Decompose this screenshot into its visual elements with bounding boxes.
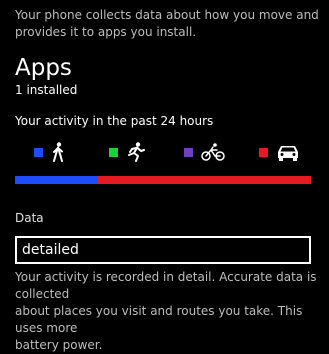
activity-label: Your activity in the past 24 hours bbox=[15, 114, 214, 128]
data-mode-selected-value: detailed bbox=[22, 242, 79, 258]
bicycle-icon bbox=[201, 143, 225, 161]
legend-swatch-cycling bbox=[184, 147, 193, 157]
legend-driving bbox=[259, 141, 300, 163]
apps-section-title: Apps bbox=[15, 55, 72, 81]
legend-swatch-driving bbox=[259, 147, 268, 157]
data-mode-description: Your activity is recorded in detail. Acc… bbox=[15, 270, 317, 352]
apps-installed-count: 1 installed bbox=[15, 83, 78, 97]
data-mode-select[interactable]: detailed bbox=[15, 236, 311, 264]
activity-bar-driving bbox=[97, 176, 311, 184]
activity-bar-walking bbox=[15, 176, 98, 184]
legend-cycling bbox=[184, 141, 225, 163]
activity-bar bbox=[15, 176, 311, 184]
data-setting-label: Data bbox=[15, 211, 44, 225]
legend-walking bbox=[34, 141, 65, 163]
intro-text: Your phone collects data about how you m… bbox=[15, 8, 319, 39]
legend-swatch-running bbox=[109, 147, 118, 157]
legend-swatch-walking bbox=[34, 147, 43, 157]
legend-running bbox=[109, 141, 146, 163]
car-icon bbox=[278, 146, 298, 161]
walking-person-icon bbox=[53, 142, 63, 162]
running-person-icon bbox=[128, 142, 145, 162]
